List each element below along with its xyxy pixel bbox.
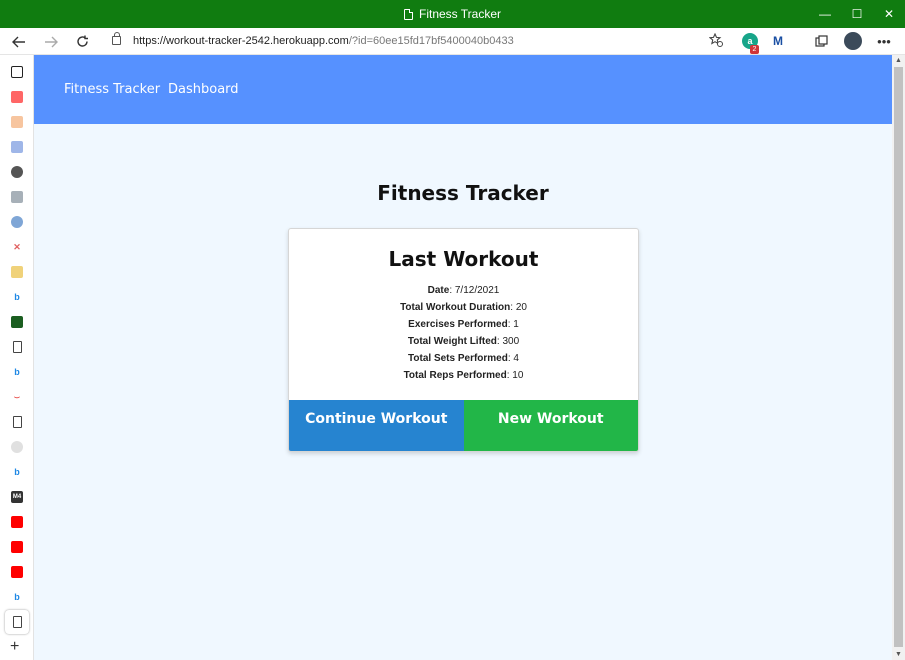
page-icon bbox=[403, 8, 413, 20]
scroll-up-icon[interactable]: ▲ bbox=[895, 57, 902, 64]
stat-date: Date: 7/12/2021 bbox=[427, 285, 500, 296]
scroll-down-icon[interactable]: ▼ bbox=[895, 651, 902, 658]
refresh-icon[interactable] bbox=[69, 28, 95, 55]
title-bar: Fitness Tracker — ☐ ✕ bbox=[0, 0, 905, 28]
youtube-tab-icon-3[interactable] bbox=[11, 541, 23, 553]
green-tab-icon[interactable] bbox=[11, 316, 23, 328]
close-button[interactable]: ✕ bbox=[873, 0, 905, 28]
bing-tab-icon[interactable]: b bbox=[11, 291, 23, 303]
nav-dashboard-link[interactable]: Dashboard bbox=[168, 82, 239, 97]
page-scrollbar[interactable]: ▲ ▼ bbox=[892, 55, 905, 660]
github-tab-icon[interactable] bbox=[11, 166, 23, 178]
m-extension-icon[interactable]: M bbox=[770, 33, 786, 49]
back-icon[interactable] bbox=[6, 28, 32, 55]
stat-duration: Total Workout Duration: 20 bbox=[400, 302, 527, 313]
continue-workout-button[interactable]: Continue Workout bbox=[289, 400, 464, 451]
bing-tab-icon-3[interactable]: b bbox=[11, 466, 23, 478]
stat-reps: Total Reps Performed: 10 bbox=[403, 370, 524, 381]
java-tab-icon[interactable] bbox=[11, 116, 23, 128]
tab-actions-icon[interactable] bbox=[11, 66, 23, 78]
image-tab-icon[interactable] bbox=[11, 191, 23, 203]
red-tab-icon[interactable]: ⌣ bbox=[11, 391, 23, 403]
wordpress-tab-icon[interactable] bbox=[11, 216, 23, 228]
stat-weight: Total Weight Lifted: 300 bbox=[407, 336, 520, 347]
scroll-thumb[interactable] bbox=[894, 67, 903, 647]
notes-tab-icon[interactable] bbox=[11, 266, 23, 278]
browser-toolbar: https://workout-tracker-2542.herokuapp.c… bbox=[0, 28, 905, 55]
minimize-button[interactable]: — bbox=[809, 0, 841, 28]
web-page: Fitness Tracker Dashboard Fitness Tracke… bbox=[34, 55, 892, 660]
window-controls: — ☐ ✕ bbox=[809, 0, 905, 28]
gray-tab-icon[interactable] bbox=[11, 441, 23, 453]
favorites-icon[interactable] bbox=[708, 32, 723, 50]
window-title: Fitness Tracker bbox=[0, 0, 905, 28]
youtube-tab-icon-2[interactable] bbox=[11, 516, 23, 528]
card-actions: Continue Workout New Workout bbox=[289, 400, 638, 451]
active-page-tab-icon[interactable] bbox=[13, 616, 22, 628]
youtube-tab-icon-4[interactable] bbox=[11, 566, 23, 578]
youtube-tab-icon[interactable] bbox=[11, 91, 23, 103]
extension-badge: 2 bbox=[750, 45, 759, 54]
url-text[interactable]: https://workout-tracker-2542.herokuapp.c… bbox=[133, 35, 514, 47]
card-heading: Last Workout bbox=[388, 247, 539, 271]
lock-icon[interactable] bbox=[112, 32, 121, 45]
stat-exercises: Exercises Performed: 1 bbox=[408, 319, 519, 330]
code-tab-icon[interactable] bbox=[11, 141, 23, 153]
new-workout-button[interactable]: New Workout bbox=[463, 400, 638, 451]
app-navbar: Fitness Tracker Dashboard bbox=[34, 55, 892, 124]
address-bar[interactable]: https://workout-tracker-2542.herokuapp.c… bbox=[103, 30, 729, 53]
m4-tab-icon[interactable]: M4 bbox=[11, 491, 23, 503]
stat-sets: Total Sets Performed: 4 bbox=[408, 353, 519, 364]
window-title-text: Fitness Tracker bbox=[418, 7, 502, 21]
page-tab-icon[interactable] bbox=[13, 341, 22, 353]
browser-sidebar: ✕ b b ⌣ b M4 b + bbox=[0, 55, 34, 660]
forward-icon[interactable] bbox=[38, 28, 64, 55]
tool-tab-icon[interactable]: ✕ bbox=[11, 241, 23, 253]
page-title: Fitness Tracker bbox=[377, 181, 549, 205]
last-workout-card: Last Workout Date: 7/12/2021 Total Worko… bbox=[288, 228, 639, 452]
bing-tab-icon-4[interactable]: b bbox=[11, 591, 23, 603]
bing-tab-icon-2[interactable]: b bbox=[11, 366, 23, 378]
nav-brand-link[interactable]: Fitness Tracker bbox=[64, 82, 160, 97]
profile-icon[interactable] bbox=[844, 32, 862, 50]
more-icon[interactable]: ••• bbox=[871, 28, 897, 55]
new-tab-icon[interactable]: + bbox=[10, 638, 19, 656]
workout-stats: Date: 7/12/2021 Total Workout Duration: … bbox=[289, 282, 638, 384]
collections-icon[interactable] bbox=[808, 28, 834, 55]
page-tab-icon-2[interactable] bbox=[13, 416, 22, 428]
maximize-button[interactable]: ☐ bbox=[841, 0, 873, 28]
